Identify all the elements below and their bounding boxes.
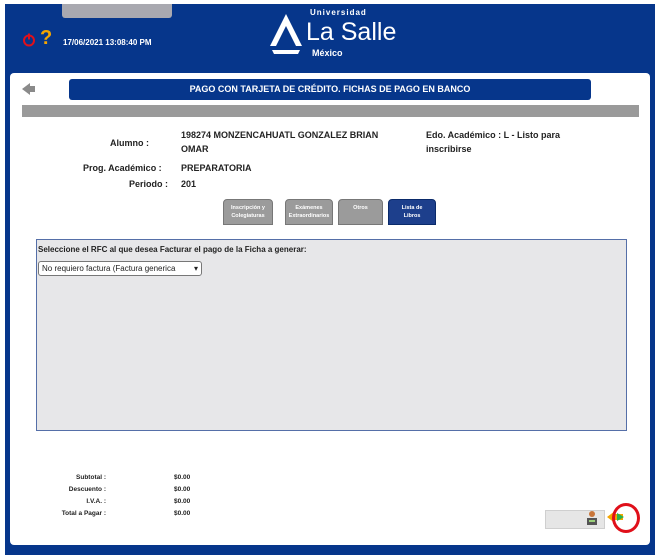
tab-label: Lista de: [401, 205, 423, 211]
tab-examenes[interactable]: Exámenes Extraordinarios: [285, 199, 333, 225]
prog-label: Prog. Académico :: [83, 163, 162, 173]
tab-lista-libros[interactable]: Lista de Libros: [388, 199, 436, 225]
tab-label: Inscripción y: [231, 205, 265, 211]
alumno-label: Alumno :: [110, 138, 149, 148]
edo-academico: Edo. Académico : L - Listo para: [426, 130, 561, 140]
chevron-down-icon: ▾: [193, 264, 198, 273]
tab-label: Extraordinarios: [288, 213, 330, 219]
descuento-value: $0.00: [174, 486, 191, 493]
descuento-label: Descuento :: [68, 486, 106, 493]
app-window: ? 17/06/2021 13:08:40 PM Universidad La …: [0, 0, 656, 559]
tab-inscripcion[interactable]: Inscripción y Colegiaturas: [223, 199, 273, 225]
section-divider: [22, 105, 639, 117]
tab-label: Otros: [353, 205, 368, 211]
power-icon[interactable]: [22, 33, 36, 47]
iva-value: $0.00: [174, 498, 191, 505]
tab-otros[interactable]: Otros: [338, 199, 383, 225]
tab-label: Libros: [403, 213, 421, 219]
help-icon[interactable]: ?: [40, 28, 52, 48]
total-value: $0.00: [174, 510, 191, 517]
logo-name: La Salle: [306, 18, 397, 46]
university-logo: Universidad La Salle México: [268, 8, 398, 64]
edo-academico-cont: inscribirse: [426, 144, 472, 154]
total-label: Total a Pagar :: [61, 510, 106, 517]
alumno-value: 198274 MONZENCAHUATL GONZALEZ BRIAN: [181, 130, 379, 140]
back-arrow-icon[interactable]: [22, 82, 36, 96]
subtotal-value: $0.00: [174, 474, 191, 481]
page-title: PAGO CON TARJETA DE CRÉDITO. FICHAS DE P…: [69, 79, 591, 100]
periodo-value: 201: [181, 179, 197, 189]
tab-label: Exámenes: [295, 205, 323, 211]
rfc-prompt: Seleccione el RFC al que desea Facturar …: [38, 245, 307, 254]
prog-value: PREPARATORIA: [181, 163, 252, 173]
subtotal-label: Subtotal :: [76, 474, 106, 481]
rfc-selected-value: No requiero factura (Factura generica: [42, 264, 176, 273]
periodo-label: Periodo :: [129, 179, 169, 189]
header-tab: [62, 4, 172, 18]
tab-label: Colegiaturas: [231, 213, 265, 219]
highlight-circle: [612, 503, 640, 533]
iva-label: I.V.A. :: [86, 498, 106, 505]
alumno-value-cont: OMAR: [181, 144, 209, 154]
print-icon[interactable]: [585, 510, 599, 526]
logo-university: Universidad: [310, 8, 367, 17]
session-datetime: 17/06/2021 13:08:40 PM: [63, 38, 152, 47]
rfc-select[interactable]: No requiero factura (Factura generica ▾: [38, 261, 202, 276]
logo-country: México: [312, 48, 343, 58]
lasalle-emblem-icon: [270, 14, 302, 54]
